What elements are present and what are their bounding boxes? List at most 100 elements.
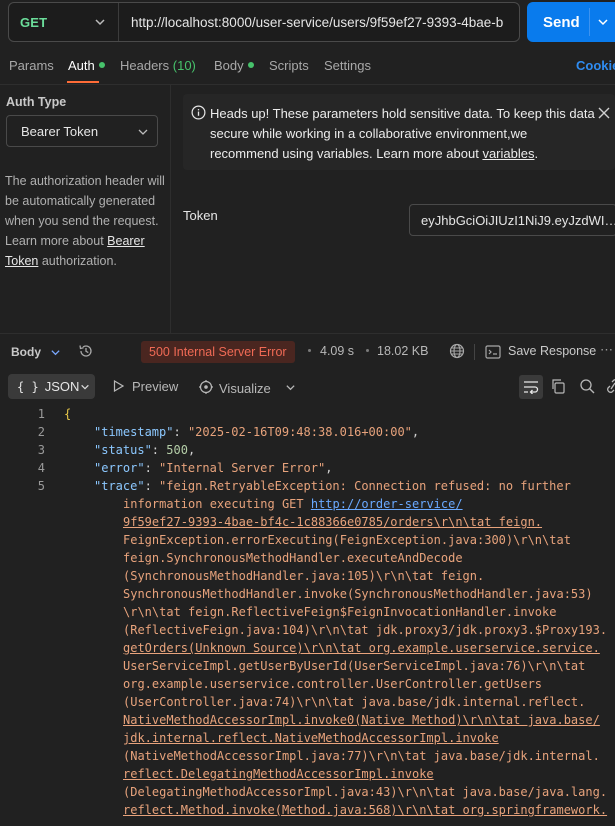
auth-divider <box>170 85 171 333</box>
headers-count: (10) <box>172 58 196 73</box>
request-input-group: GET http://localhost:8000/user-service/u… <box>8 2 520 42</box>
json-open-brace: { <box>64 407 72 421</box>
line-number: 3 <box>37 443 45 457</box>
send-label: Send <box>543 13 580 31</box>
play-icon <box>113 380 124 392</box>
trace-line: 9f59ef27-9393-4bae-bf4c-1c88366e0785/ord… <box>123 515 543 529</box>
chevron-down-icon <box>138 129 148 135</box>
trace-line: FeignException.errorExecuting(FeignExcep… <box>123 533 571 547</box>
chevron-down-icon <box>95 19 105 26</box>
visualize-label: Visualize <box>219 381 271 396</box>
json-line-timestamp: "timestamp": "2025-02-16T09:48:38.016+00… <box>94 425 420 439</box>
method-select[interactable]: GET <box>9 3 119 41</box>
json-line-status: "status": 500, <box>94 443 196 457</box>
chevron-down-icon[interactable] <box>50 347 61 358</box>
save-response-button[interactable]: Save Response <box>508 344 596 358</box>
trace-line: getOrders(Unknown Source)\r\n\tat org.ex… <box>123 641 600 655</box>
trace-line: feign.SynchronousMethodHandler.executeAn… <box>123 551 463 565</box>
response-size[interactable]: 18.02 KB <box>377 344 428 358</box>
trace-line: reflect.DelegatingMethodAccessorImpl.inv… <box>123 767 434 781</box>
response-bar: Body 500 Internal Server Error 4.09 s 18… <box>0 333 615 369</box>
more-options-icon[interactable]: ⋯ <box>600 342 613 358</box>
request-tabs: Params Auth Headers (10) Body Scripts Se… <box>0 48 615 84</box>
auth-desc-text-2: authorization. <box>38 254 117 268</box>
chevron-down-icon <box>81 384 89 390</box>
json-line-error: "error": "Internal Server Error", <box>94 461 333 475</box>
variables-link[interactable]: variables <box>482 146 534 161</box>
json-key: "trace" <box>94 479 145 493</box>
separator-dot <box>366 349 369 352</box>
line-number: 5 <box>37 479 45 493</box>
line-number: 4 <box>37 461 45 475</box>
format-select[interactable]: { } JSON <box>8 374 95 399</box>
trace-line: (DelegatingMethodAccessorImpl.java:43)\r… <box>123 785 608 799</box>
trace-line: (ReflectiveFeign.java:104)\r\n\tat jdk.p… <box>123 623 608 637</box>
response-time[interactable]: 4.09 s <box>320 344 354 358</box>
trace-line: SynchronousMethodHandler.invoke(Synchron… <box>123 587 593 601</box>
json-key: "error" <box>94 461 145 475</box>
link-icon[interactable] <box>606 378 615 394</box>
trace-line: jdk.internal.reflect.NativeMethodAccesso… <box>123 731 499 745</box>
trace-line: (SynchronousMethodHandler.java:105)\r\n\… <box>123 569 485 583</box>
json-value: 500 <box>166 443 188 457</box>
alert-text: Heads up! These parameters hold sensitiv… <box>210 104 595 164</box>
response-body-label[interactable]: Body <box>11 345 41 359</box>
status-badge[interactable]: 500 Internal Server Error <box>141 341 295 363</box>
preview-button[interactable]: Preview <box>113 379 178 394</box>
tab-settings[interactable]: Settings <box>324 58 371 73</box>
tab-body-label: Body <box>214 58 244 73</box>
wrap-lines-icon <box>524 381 539 394</box>
copy-icon[interactable] <box>550 378 566 394</box>
request-bar: GET http://localhost:8000/user-service/u… <box>0 0 615 46</box>
tab-headers[interactable]: Headers (10) <box>120 58 196 73</box>
chevron-down-icon[interactable] <box>597 16 609 28</box>
json-value: "Internal Server Error" <box>159 461 326 475</box>
response-toolbar: { } JSON Preview Visualize <box>0 370 615 402</box>
save-response-icon[interactable] <box>485 345 501 359</box>
wrap-lines-button[interactable] <box>519 375 543 399</box>
tab-headers-label: Headers <box>120 58 170 73</box>
visualize-button[interactable]: Visualize <box>198 379 271 396</box>
json-value: "feign.RetryableException: Connection re… <box>159 479 571 493</box>
json-value: "2025-02-16T09:48:38.016+00:00" <box>187 425 412 439</box>
url-input[interactable]: http://localhost:8000/user-service/users… <box>119 15 509 30</box>
auth-type-value: Bearer Token <box>21 123 99 139</box>
trace-line: (NativeMethodAccessorImpl.java:77)\r\n\t… <box>123 749 600 763</box>
token-input[interactable]: eyJhbGciOiJIUzI1NiJ9.eyJzdWI… <box>409 204 615 236</box>
info-icon <box>191 105 206 120</box>
visualize-icon <box>199 380 213 394</box>
tab-auth-label: Auth <box>68 58 95 73</box>
method-label: GET <box>20 14 48 30</box>
trace-line: UserServiceImpl.getUserByUserId(UserServ… <box>123 659 586 673</box>
line-number: 2 <box>37 425 45 439</box>
auth-type-panel: Auth Type Bearer Token The authorization… <box>0 85 170 333</box>
cookies-link[interactable]: Cookie <box>576 58 615 73</box>
history-icon[interactable] <box>78 343 94 359</box>
send-divider <box>589 8 590 36</box>
trace-line: NativeMethodAccessorImpl.invoke0(Native … <box>123 713 600 727</box>
trace-line: (UserController.java:74)\r\n\tat java.ba… <box>123 695 586 709</box>
json-key: "status" <box>94 443 152 457</box>
send-button[interactable]: Send <box>527 2 615 42</box>
trace-url-link[interactable]: http://order-service/ <box>311 497 463 511</box>
format-value: JSON <box>44 379 80 394</box>
trace-value: information executing GET http://order-s… <box>123 495 608 819</box>
line-number: 1 <box>37 407 45 421</box>
tab-body[interactable]: Body <box>214 58 254 73</box>
globe-icon[interactable] <box>449 343 465 359</box>
active-dot-icon <box>247 62 254 68</box>
auth-type-select[interactable]: Bearer Token <box>6 115 158 147</box>
search-icon[interactable] <box>579 378 595 394</box>
token-label: Token <box>183 208 218 223</box>
json-key: "timestamp" <box>94 425 174 439</box>
close-icon[interactable] <box>598 107 610 119</box>
preview-label: Preview <box>132 379 179 394</box>
tab-auth[interactable]: Auth <box>68 58 105 73</box>
tab-params[interactable]: Params <box>9 58 54 73</box>
chevron-down-icon[interactable] <box>285 382 296 393</box>
trace-line: \r\n\tat feign.ReflectiveFeign$FeignInvo… <box>123 605 557 619</box>
braces-icon: { } <box>17 379 39 394</box>
auth-type-title: Auth Type <box>6 95 67 109</box>
tab-scripts[interactable]: Scripts <box>269 58 309 73</box>
trace-line: reflect.Method.invoke(Method.java:568)\r… <box>123 803 608 817</box>
